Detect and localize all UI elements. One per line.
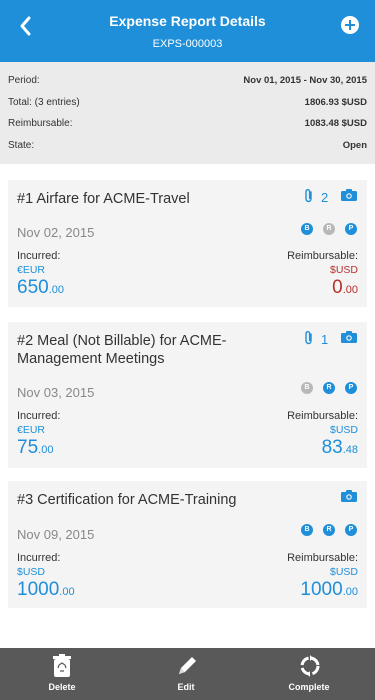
reimbursable-amount: 83.48 — [322, 437, 358, 459]
expense-entry-card[interactable]: #2 Meal (Not Billable) for ACME- Managem… — [8, 322, 367, 468]
total-row: Total: (3 entries) 1806.93 $USD — [8, 92, 367, 114]
incurred-label: Incurred: — [17, 410, 61, 422]
reimbursable-value: 1083.48 $USD — [304, 118, 367, 130]
reimbursable-amount: 1000.00 — [300, 579, 358, 601]
reimbursable-row: Reimbursable: 1083.48 $USD — [8, 113, 367, 135]
reimbursable-currency: $USD — [329, 424, 358, 436]
edit-label: Edit — [177, 682, 195, 692]
entry-date: Nov 02, 2015 — [17, 225, 95, 240]
receipt-badge: R — [323, 382, 335, 394]
delete-button[interactable]: Delete — [22, 648, 102, 700]
incurred-amount-main: 75 — [17, 437, 39, 458]
incurred-currency: €EUR — [17, 424, 46, 436]
personal-badge: P — [345, 524, 357, 536]
period-value: Nov 01, 2015 - Nov 30, 2015 — [243, 75, 367, 87]
header-bar: Expense Report Details EXPS-000003 — [0, 0, 375, 62]
paperclip-icon[interactable] — [304, 330, 314, 346]
reimbursable-amount-main: 0 — [332, 277, 343, 298]
complete-button[interactable]: Complete — [269, 648, 349, 700]
period-label: Period: — [8, 75, 40, 87]
reimbursable-label: Reimbursable: — [287, 250, 358, 262]
expense-entry-card[interactable]: #3 Certification for ACME-Training Nov 0… — [8, 481, 367, 608]
report-id: EXPS-000003 — [152, 38, 223, 50]
delete-label: Delete — [48, 682, 76, 692]
incurred-amount-main: 650 — [17, 277, 49, 298]
attachment-count: 2 — [321, 190, 329, 205]
pencil-icon — [179, 657, 196, 674]
camera-icon[interactable] — [341, 331, 357, 343]
entry-title-line-1: #2 Meal (Not Billable) for ACME- — [17, 333, 227, 349]
reimbursable-amount-decimals: .00 — [342, 586, 358, 598]
incurred-amount: 1000.00 — [17, 579, 75, 601]
report-summary: Period: Nov 01, 2015 - Nov 30, 2015 Tota… — [0, 62, 375, 164]
reimbursable-currency: $USD — [329, 566, 358, 578]
entry-date: Nov 03, 2015 — [17, 385, 95, 400]
period-row: Period: Nov 01, 2015 - Nov 30, 2015 — [8, 70, 367, 92]
incurred-amount-decimals: .00 — [48, 284, 64, 296]
reimbursable-label: Reimbursable: — [287, 410, 358, 422]
billable-badge: B — [301, 223, 313, 235]
camera-icon[interactable] — [341, 490, 357, 502]
personal-badge: P — [345, 223, 357, 235]
billable-badge: B — [301, 524, 313, 536]
complete-cycle-icon — [300, 655, 320, 677]
entry-title: #1 Airfare for ACME-Travel — [17, 191, 190, 207]
entry-title: #3 Certification for ACME-Training — [17, 492, 237, 508]
incurred-amount-decimals: .00 — [59, 586, 75, 598]
receipt-badge: R — [323, 524, 335, 536]
incurred-amount-main: 1000 — [17, 579, 60, 600]
entry-date: Nov 09, 2015 — [17, 527, 95, 542]
incurred-amount-decimals: .00 — [38, 444, 54, 456]
incurred-label: Incurred: — [17, 250, 61, 262]
state-row: State: Open — [8, 135, 367, 157]
expense-entry-card[interactable]: #1 Airfare for ACME-Travel 2 Nov 02, 201… — [8, 180, 367, 307]
incurred-currency: €EUR — [17, 264, 46, 276]
reimbursable-amount-decimals: .00 — [342, 284, 358, 296]
entry-title-line-2: Management Meetings — [17, 351, 165, 367]
attachment-count: 1 — [321, 332, 329, 347]
bottom-toolbar: Delete Edit Complete — [0, 648, 375, 700]
expense-entry-list: #1 Airfare for ACME-Travel 2 Nov 02, 201… — [0, 164, 375, 648]
camera-icon[interactable] — [341, 189, 357, 201]
billable-badge: B — [301, 382, 313, 394]
reimbursable-label: Reimbursable: — [287, 552, 358, 564]
add-circle-icon[interactable] — [341, 16, 359, 34]
trash-icon — [53, 654, 71, 677]
personal-badge: P — [345, 382, 357, 394]
total-label: Total: (3 entries) — [8, 96, 80, 108]
complete-label: Complete — [288, 682, 330, 692]
incurred-amount: 75.00 — [17, 437, 53, 459]
reimbursable-amount-main: 83 — [321, 437, 343, 458]
receipt-badge: R — [323, 223, 335, 235]
paperclip-icon[interactable] — [304, 188, 314, 204]
reimbursable-currency: $USD — [329, 264, 358, 276]
incurred-amount: 650.00 — [17, 277, 64, 299]
reimbursable-amount: 0.00 — [332, 277, 358, 299]
incurred-label: Incurred: — [17, 552, 61, 564]
state-label: State: — [8, 139, 35, 151]
edit-button[interactable]: Edit — [146, 648, 226, 700]
incurred-currency: $USD — [17, 566, 46, 578]
entry-title: #2 Meal (Not Billable) for ACME- Managem… — [17, 332, 227, 368]
total-value: 1806.93 $USD — [304, 96, 367, 108]
page-title: Expense Report Details — [109, 13, 266, 29]
reimbursable-amount-decimals: .48 — [342, 444, 358, 456]
reimbursable-amount-main: 1000 — [300, 579, 343, 600]
state-value: Open — [342, 139, 367, 151]
reimbursable-label: Reimbursable: — [8, 118, 73, 130]
